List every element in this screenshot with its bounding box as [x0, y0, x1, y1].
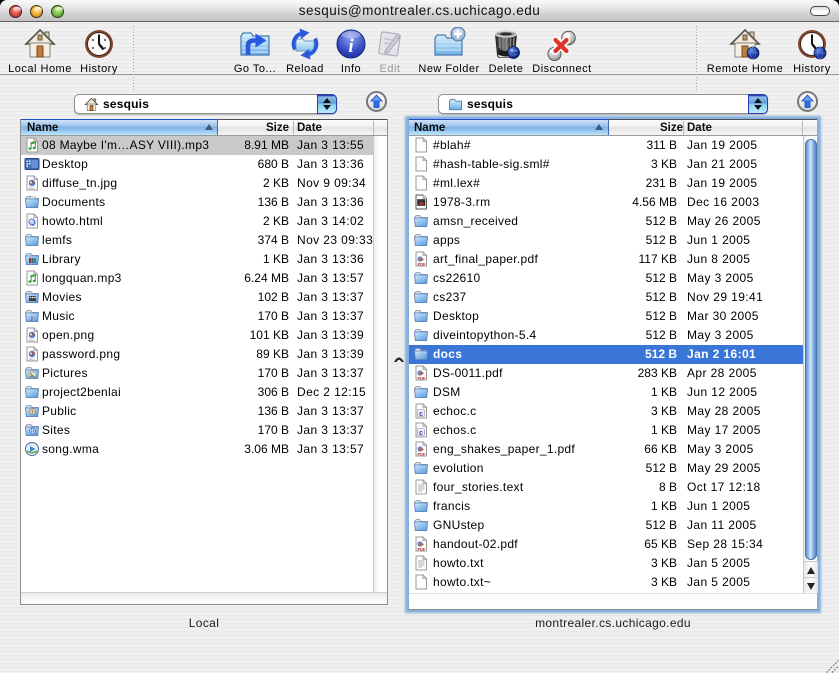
svg-text:c: c	[419, 430, 423, 437]
svg-text:c: c	[419, 411, 423, 418]
svg-text:JPG: JPG	[28, 187, 35, 191]
svg-text:PDF: PDF	[418, 452, 427, 457]
svg-text:♪: ♪	[30, 313, 35, 323]
svg-text:PDF: PDF	[418, 376, 427, 381]
svg-text:PDF: PDF	[418, 547, 427, 552]
svg-text:@: @	[30, 221, 36, 227]
svg-text:JPG: JPG	[28, 358, 35, 362]
svg-text:PDF: PDF	[418, 262, 427, 267]
svg-text:JPG: JPG	[28, 339, 35, 343]
